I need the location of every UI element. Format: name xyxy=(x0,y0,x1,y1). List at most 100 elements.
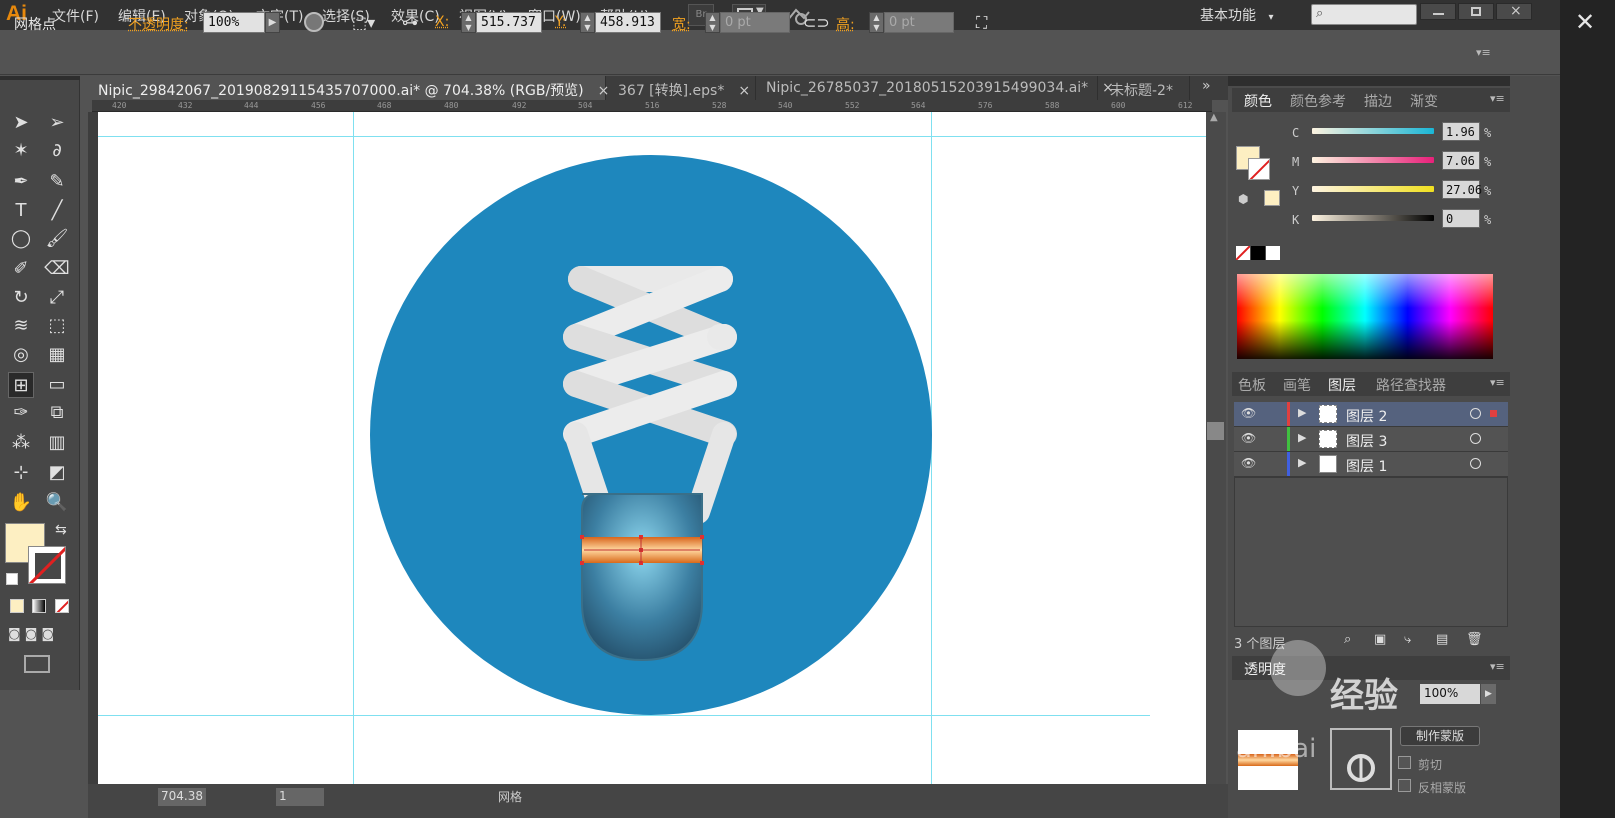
color-spectrum[interactable] xyxy=(1237,274,1493,359)
viewer-close-icon[interactable]: ✕ xyxy=(1575,8,1595,36)
artboard-number-field[interactable]: 1 xyxy=(276,788,324,806)
eyedropper-tool-icon[interactable]: ✑ xyxy=(8,400,34,426)
delete-layer-icon[interactable]: 🗑 xyxy=(1466,632,1483,647)
yellow-slider[interactable] xyxy=(1312,186,1434,192)
app-close-button[interactable]: × xyxy=(1496,3,1532,20)
expand-arrow-icon[interactable]: ▶ xyxy=(1298,406,1306,419)
height-field[interactable]: 0 pt xyxy=(884,12,954,33)
tab-gradient[interactable]: 渐变 xyxy=(1410,91,1438,111)
draw-mode-icon[interactable]: ◙ ◙ ◙ xyxy=(8,627,54,642)
artboard-tool-icon[interactable]: ⊹ xyxy=(8,460,34,486)
help-search-input[interactable]: ⌕ xyxy=(1311,4,1417,25)
none-mode-icon[interactable] xyxy=(55,599,69,613)
target-icon[interactable] xyxy=(1470,408,1481,419)
x-stepper[interactable]: ▲ ▼ xyxy=(461,12,476,33)
mesh-tool-icon[interactable]: ⊞ xyxy=(8,372,34,398)
lightbulb-artwork[interactable] xyxy=(98,112,1206,784)
black-slider[interactable] xyxy=(1312,215,1434,221)
out-of-gamut-swatch[interactable] xyxy=(1264,190,1280,206)
select-similar-icon[interactable]: ⬚▾ xyxy=(352,13,382,32)
tab-overflow-icon[interactable]: » xyxy=(1202,78,1211,94)
x-field[interactable]: 515.737 xyxy=(476,12,542,33)
make-mask-button[interactable]: 制作蒙版 xyxy=(1400,726,1480,746)
y-value[interactable]: 27.06 xyxy=(1442,180,1482,199)
gradient-tool-icon[interactable]: ▭ xyxy=(44,372,70,398)
cyan-slider[interactable] xyxy=(1312,128,1434,134)
menu-file[interactable]: 文件(F) xyxy=(52,6,99,26)
tab-brushes[interactable]: 画笔 xyxy=(1283,375,1311,395)
control-menu-icon[interactable]: ▾≡ xyxy=(1476,46,1491,59)
mask-thumbnail[interactable] xyxy=(1330,728,1392,790)
tab-color-guide[interactable]: 颜色参考 xyxy=(1290,91,1346,111)
restore-button[interactable] xyxy=(1458,3,1494,20)
clip-checkbox[interactable] xyxy=(1398,756,1411,769)
tab-document-4[interactable]: 未标题-2* xyxy=(1100,76,1190,100)
target-icon[interactable] xyxy=(1470,458,1481,469)
y-stepper[interactable]: ▲ ▼ xyxy=(580,12,595,33)
reference-point-icon[interactable]: ⊶ xyxy=(402,13,418,32)
stroke-swatch[interactable] xyxy=(28,546,66,584)
tab-document-1[interactable]: Nipic_29842067_20190829115435707000.ai* … xyxy=(88,76,609,100)
pen-tool-icon[interactable]: ✒ xyxy=(8,169,34,195)
pencil-tool-icon[interactable]: ✐ xyxy=(8,256,34,282)
selection-tool-icon[interactable]: ➤ xyxy=(8,110,34,136)
opacity-dropdown-arrow[interactable]: ▶ xyxy=(1481,684,1496,704)
opacity-field[interactable]: 100% xyxy=(203,12,265,33)
black-swatch[interactable] xyxy=(1251,246,1265,260)
tab-swatches[interactable]: 色板 xyxy=(1238,375,1266,395)
k-value[interactable]: 0 xyxy=(1442,209,1480,228)
tab-stroke[interactable]: 描边 xyxy=(1364,91,1392,111)
blend-tool-icon[interactable]: ⧉ xyxy=(44,400,70,426)
direct-selection-tool-icon[interactable]: ➢ xyxy=(44,110,70,136)
tab-layers[interactable]: 图层 xyxy=(1328,375,1356,395)
graph-tool-icon[interactable]: ▦ xyxy=(44,342,70,368)
locate-object-icon[interactable]: ⌕ xyxy=(1344,632,1351,647)
tab-pathfinder[interactable]: 路径查找器 xyxy=(1376,375,1446,395)
layer-name[interactable]: 图层 3 xyxy=(1346,431,1387,451)
layer-name[interactable]: 图层 2 xyxy=(1346,406,1387,426)
panel-menu-icon[interactable]: ▾≡ xyxy=(1490,92,1505,105)
none-swatch[interactable] xyxy=(1236,246,1250,260)
shape-builder-tool-icon[interactable]: ◎ xyxy=(8,342,34,368)
color-stroke-swatch[interactable] xyxy=(1248,158,1270,180)
new-layer-icon[interactable]: ▤ xyxy=(1436,632,1448,647)
recolor-artwork-icon[interactable] xyxy=(304,12,324,32)
curvature-tool-icon[interactable]: ✎ xyxy=(44,169,70,195)
lasso-tool-icon[interactable]: ∂ xyxy=(44,138,70,164)
selection-indicator[interactable] xyxy=(1490,410,1497,417)
visibility-eye-icon[interactable]: 👁 xyxy=(1241,456,1256,470)
color-mode-icon[interactable] xyxy=(10,599,24,613)
panel-menu-icon[interactable]: ▾≡ xyxy=(1490,376,1505,389)
clipping-mask-icon[interactable]: ▣ xyxy=(1374,632,1386,647)
scroll-thumb[interactable] xyxy=(1207,422,1224,440)
m-value[interactable]: 7.06 xyxy=(1442,151,1480,170)
rotate-tool-icon[interactable]: ↻ xyxy=(8,285,34,311)
tab-document-3[interactable]: Nipic_26785037_20180515203915499034.ai* × xyxy=(756,76,1114,100)
warp-tool-icon[interactable]: ≋ xyxy=(8,313,34,339)
zoom-tool-icon[interactable]: 🔍 xyxy=(44,490,70,516)
default-colors-icon[interactable] xyxy=(6,573,18,585)
gradient-mode-icon[interactable] xyxy=(32,599,46,613)
height-stepper[interactable]: ▲ ▼ xyxy=(869,12,884,33)
layer-row[interactable]: 👁 ▶ 图层 3 xyxy=(1234,427,1508,452)
transform-icon[interactable]: ⛶ xyxy=(976,13,987,33)
paintbrush-tool-icon[interactable]: 🖌 xyxy=(44,226,70,252)
white-swatch[interactable] xyxy=(1266,246,1280,260)
column-graph-tool-icon[interactable]: ▥ xyxy=(44,430,70,456)
vertical-scrollbar[interactable]: ▲ xyxy=(1206,112,1226,784)
link-proportions-icon[interactable]: ⊂⊃ xyxy=(803,13,830,32)
minimize-button[interactable] xyxy=(1420,3,1456,20)
scale-tool-icon[interactable]: ⤢ xyxy=(44,285,70,311)
width-stepper[interactable]: ▲ ▼ xyxy=(705,12,720,33)
close-icon[interactable]: × xyxy=(738,83,750,99)
type-tool-icon[interactable]: T xyxy=(8,198,34,224)
magic-wand-tool-icon[interactable]: ✶ xyxy=(8,138,34,164)
swap-fill-stroke-icon[interactable]: ⇆ xyxy=(55,522,67,538)
layer-name[interactable]: 图层 1 xyxy=(1346,456,1387,476)
invert-mask-checkbox[interactable] xyxy=(1398,779,1411,792)
visibility-eye-icon[interactable]: 👁 xyxy=(1241,431,1256,445)
tab-document-2[interactable]: 367 [转换].eps* × xyxy=(608,76,756,100)
zoom-field[interactable]: 704.38 xyxy=(158,788,206,806)
new-sublayer-icon[interactable]: ⤷ xyxy=(1404,632,1411,647)
opacity-label[interactable]: 不透明度: xyxy=(128,14,189,34)
